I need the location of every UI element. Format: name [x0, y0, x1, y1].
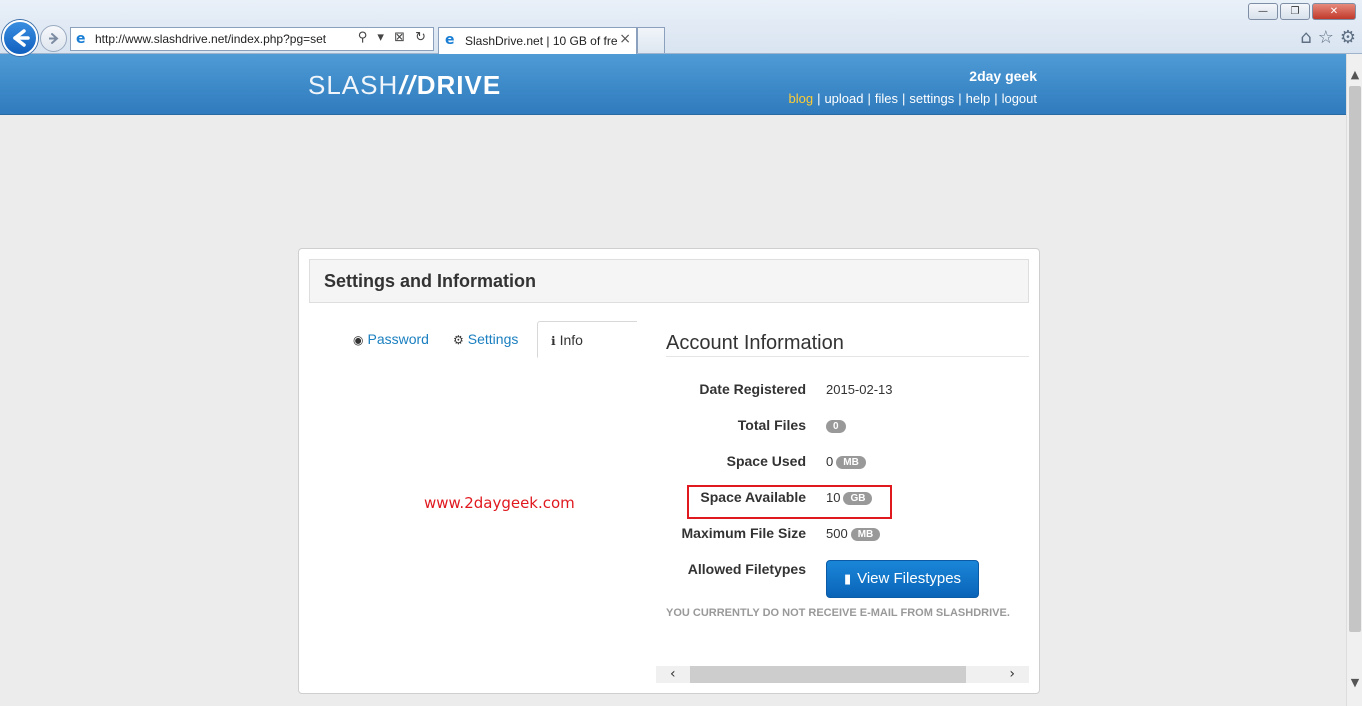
maximize-button[interactable]: ❐	[1280, 3, 1310, 20]
close-window-button[interactable]: ✕	[1312, 3, 1356, 20]
settings-card: Settings and Information ◉ Password ⚙ Sett…	[298, 248, 1040, 694]
nav-upload[interactable]: upload	[824, 91, 863, 106]
date-registered-label: Date Registered	[699, 381, 806, 397]
nav-files[interactable]: files	[875, 91, 898, 106]
space-available-unit-badge: GB	[843, 492, 873, 506]
nav-logout[interactable]: logout	[1002, 91, 1037, 106]
tab-password-label: Password	[367, 331, 429, 347]
card-header: Settings and Information	[309, 259, 1029, 303]
site-logo[interactable]: SLASH//DRIVE	[308, 70, 501, 101]
info-circle-icon: ℹ	[551, 334, 556, 348]
logo-drive-text: DRIVE	[416, 70, 502, 100]
space-available-value: 10 GB	[826, 490, 873, 506]
nav-divider: |	[958, 91, 962, 106]
view-filetypes-label: View Filestypes	[857, 570, 962, 587]
nav-divider: |	[902, 91, 906, 106]
gear-icon: ⚙	[453, 333, 464, 347]
horizontal-scrollbar-thumb[interactable]	[690, 666, 966, 683]
tab-settings-label: Settings	[467, 331, 519, 347]
space-available-label: Space Available	[700, 489, 806, 505]
settings-tabs: ◉ Password ⚙ Settings ℹ Info	[339, 321, 637, 359]
browser-chrome: e http://www.slashdrive.net/index.php?pg…	[0, 0, 1362, 56]
ie-logo-icon: e	[76, 31, 86, 47]
space-used-number: 0	[826, 454, 834, 469]
page-scrollbar-thumb[interactable]	[1349, 86, 1361, 632]
total-files-value: 0	[826, 418, 846, 434]
space-used-label: Space Used	[726, 453, 806, 469]
tab-title: SlashDrive.net | 10 GB of fre...	[465, 34, 617, 48]
scroll-left-icon[interactable]: ‹	[670, 666, 676, 683]
account-info-title: Account Information	[666, 332, 844, 354]
space-used-unit-badge: MB	[836, 456, 866, 470]
back-button[interactable]	[2, 20, 38, 56]
tools-gear-icon[interactable]: ⚙	[1340, 27, 1356, 48]
logo-separator: //	[399, 70, 416, 100]
arrow-right-icon	[49, 33, 59, 44]
date-registered-value: 2015-02-13	[826, 382, 893, 397]
max-file-size-value: 500 MB	[826, 526, 881, 542]
window-controls: — ❐ ✕	[1248, 3, 1356, 20]
new-tab-button[interactable]	[637, 27, 665, 53]
scroll-down-icon[interactable]: ▼	[1349, 676, 1361, 689]
page-scrollbar[interactable]: ▲ ▼	[1346, 54, 1362, 706]
card-title: Settings and Information	[324, 271, 537, 291]
content-horizontal-scrollbar[interactable]: ‹ ›	[656, 666, 1029, 683]
browser-tab[interactable]: e SlashDrive.net | 10 GB of fre... ×	[438, 27, 637, 54]
minimize-button[interactable]: —	[1248, 3, 1278, 20]
logo-slash-text: SLASH	[308, 70, 399, 100]
nav-help[interactable]: help	[966, 91, 991, 106]
top-nav: blog | upload | files | settings | help | logout	[788, 91, 1037, 106]
watermark-text: www.2daygeek.com	[424, 494, 575, 512]
address-bar[interactable]: e http://www.slashdrive.net/index.php?pg…	[70, 27, 434, 51]
nav-divider: |	[817, 91, 821, 106]
file-icon: ▮	[843, 572, 852, 587]
address-actions-icon[interactable]: ⚲ ▾ ⊠ ↻	[358, 30, 429, 45]
nav-blog[interactable]: blog	[788, 91, 813, 106]
nav-divider: |	[867, 91, 871, 106]
tab-close-icon[interactable]: ×	[619, 31, 631, 47]
view-filetypes-button[interactable]: ▮ View Filestypes	[826, 560, 979, 598]
tab-password[interactable]: ◉ Password	[353, 321, 429, 357]
address-url[interactable]: http://www.slashdrive.net/index.php?pg=s…	[95, 32, 326, 46]
site-header: SLASH//DRIVE 2day geek blog | upload | files…	[0, 54, 1346, 115]
favorites-icon[interactable]: ☆	[1318, 27, 1334, 48]
max-file-size-unit-badge: MB	[850, 528, 881, 542]
max-file-size-number: 500	[826, 526, 848, 541]
title-divider	[666, 356, 1029, 357]
total-files-label: Total Files	[737, 417, 806, 433]
email-notice: YOU CURRENTLY DO NOT RECEIVE E-MAIL FROM…	[666, 607, 1010, 619]
scroll-right-icon[interactable]: ›	[1009, 666, 1015, 683]
eye-slash-icon: ◉	[353, 333, 364, 347]
arrow-left-icon	[13, 29, 30, 47]
nav-settings[interactable]: settings	[909, 91, 954, 106]
forward-button[interactable]	[40, 25, 67, 52]
allowed-filetypes-label: Allowed Filetypes	[687, 561, 806, 577]
max-file-size-label: Maximum File Size	[681, 525, 806, 541]
space-available-number: 10	[826, 490, 841, 505]
username: 2day geek	[969, 68, 1037, 84]
tab-info[interactable]: ℹ Info	[537, 321, 637, 358]
scroll-up-icon[interactable]: ▲	[1349, 68, 1361, 81]
ie-favicon-icon: e	[445, 32, 455, 48]
home-icon[interactable]: ⌂	[1300, 27, 1311, 48]
total-files-badge: 0	[826, 420, 846, 434]
browser-toolbar-icons: ⌂ ☆ ⚙	[1300, 27, 1356, 48]
tab-settings[interactable]: ⚙ Settings	[453, 321, 518, 357]
tab-info-label: Info	[559, 332, 583, 348]
space-used-value: 0 MB	[826, 454, 866, 470]
nav-divider: |	[994, 91, 998, 106]
